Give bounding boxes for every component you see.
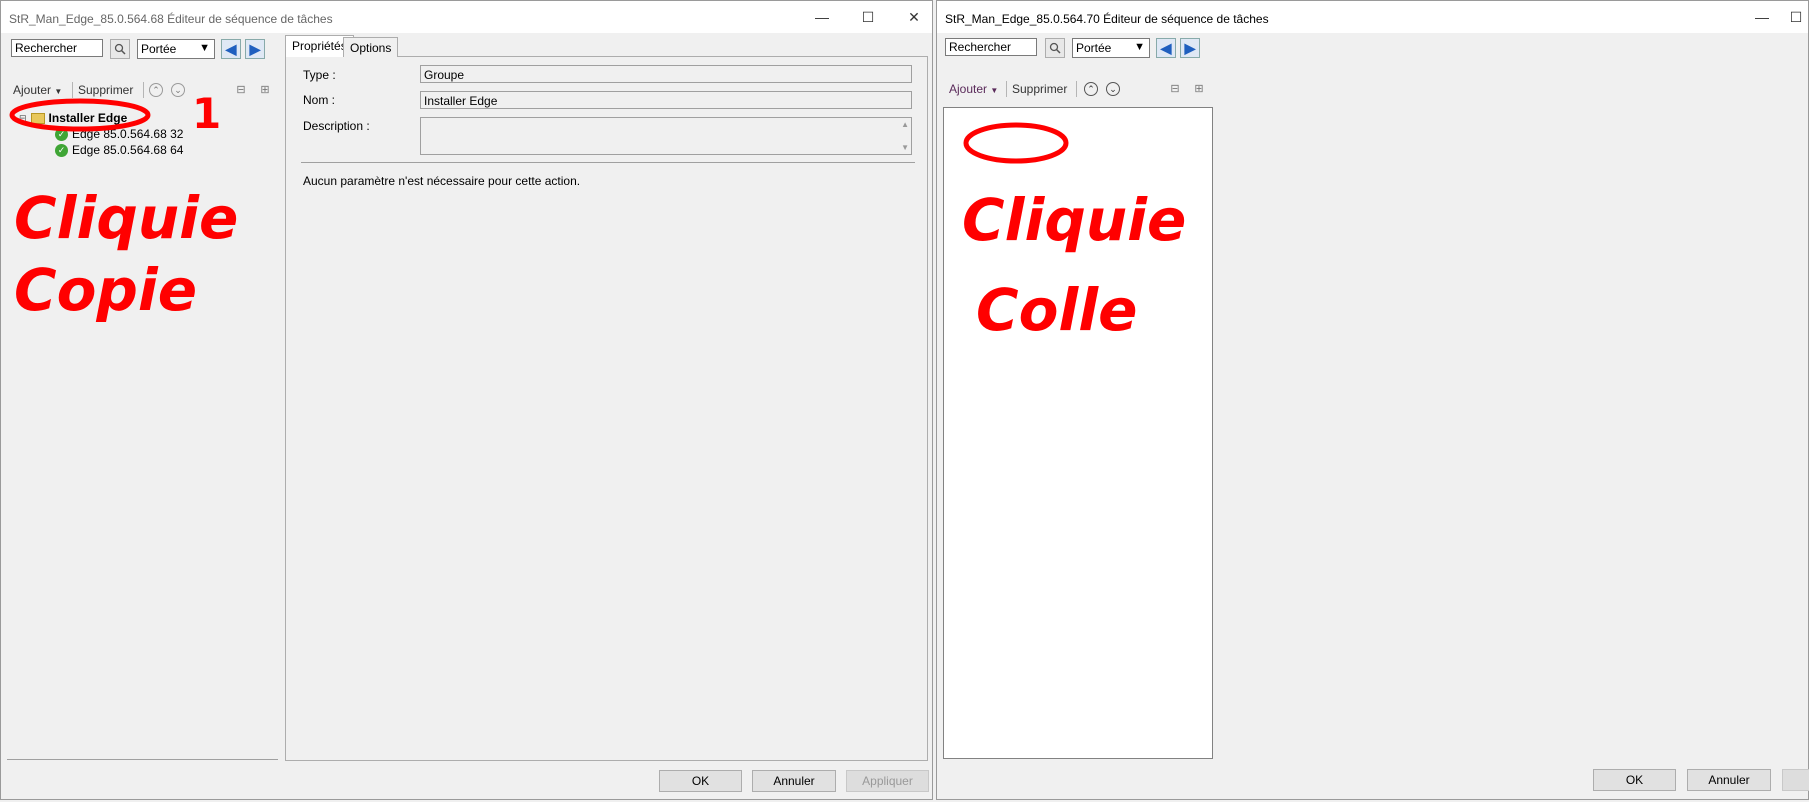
tree-item[interactable]: ✓ Edge 85.0.564.68 32 <box>55 127 183 141</box>
tree-group-label: Installer Edge <box>48 111 128 125</box>
apply-button[interactable]: Appliquer <box>846 770 929 792</box>
title-bar: StR_Man_Edge_85.0.564.68 Éditeur de séqu… <box>1 1 932 33</box>
tree-group-item[interactable]: ⊟ Installer Edge <box>19 111 127 125</box>
window-title: StR_Man_Edge_85.0.564.68 Éditeur de séqu… <box>9 12 333 26</box>
scope-select[interactable]: Portée ▼ <box>137 39 215 59</box>
name-field[interactable]: Installer Edge <box>420 91 912 109</box>
scroll-down-icon[interactable]: ▼ <box>901 143 909 152</box>
toolbar-separator <box>72 82 73 98</box>
maximize-button[interactable]: ☐ <box>1783 7 1809 27</box>
name-label: Nom : <box>303 93 336 107</box>
tab-options[interactable]: Options <box>343 37 399 57</box>
task-tree[interactable] <box>943 107 1213 759</box>
description-field[interactable]: ▲ ▼ <box>420 117 912 155</box>
expand-icon[interactable]: ⊟ <box>233 81 249 97</box>
chevron-down-icon: ▼ <box>990 86 999 95</box>
collapse-toggle-icon[interactable]: ⊟ <box>19 113 27 124</box>
arrow-left-icon: ◀ <box>225 40 237 57</box>
type-label: Type : <box>303 68 336 82</box>
type-field: Groupe <box>420 65 912 83</box>
search-icon <box>1049 42 1061 54</box>
scope-select[interactable]: Portée ▼ <box>1072 38 1150 58</box>
folder-icon <box>30 112 45 124</box>
tree-item-label: Edge 85.0.564.68 64 <box>72 143 184 157</box>
next-button[interactable]: ▶ <box>1180 38 1200 58</box>
add-menu-button[interactable]: Ajouter ▼ <box>13 83 62 97</box>
ok-button[interactable]: OK <box>1593 769 1676 791</box>
expand-icon[interactable]: ⊟ <box>1167 80 1183 96</box>
search-input[interactable]: Rechercher <box>945 38 1037 56</box>
arrow-left-icon: ◀ <box>1160 39 1172 56</box>
toolbar-separator <box>1076 81 1077 97</box>
scope-value: Portée <box>1076 41 1112 55</box>
tree-item[interactable]: ✓ Edge 85.0.564.68 64 <box>55 143 183 157</box>
chevron-down-icon: ▼ <box>1134 41 1145 53</box>
maximize-button[interactable]: ☐ <box>855 7 881 27</box>
add-label: Ajouter <box>13 83 52 97</box>
search-icon <box>114 43 126 55</box>
search-button[interactable] <box>110 39 130 59</box>
move-up-icon[interactable]: ⌃ <box>1084 82 1098 96</box>
add-label: Ajouter <box>949 82 988 96</box>
left-editor-window: StR_Man_Edge_85.0.564.68 Éditeur de séqu… <box>0 0 933 800</box>
previous-button[interactable]: ◀ <box>1156 38 1176 58</box>
move-up-icon[interactable]: ⌃ <box>149 83 163 97</box>
chevron-down-icon: ▼ <box>199 42 210 54</box>
scroll-up-icon[interactable]: ▲ <box>901 120 909 129</box>
search-input[interactable]: Rechercher <box>11 39 103 57</box>
task-tree <box>7 101 278 760</box>
minimize-button[interactable]: — <box>809 7 835 27</box>
checkmark-icon: ✓ <box>55 143 68 157</box>
search-button[interactable] <box>1045 38 1065 58</box>
move-down-icon[interactable]: ⌄ <box>1106 82 1120 96</box>
collapse-icon[interactable]: ⊞ <box>1191 80 1207 96</box>
ok-button[interactable]: OK <box>659 770 742 792</box>
checkmark-icon: ✓ <box>55 127 68 141</box>
toolbar-separator <box>1006 81 1007 97</box>
delete-button[interactable]: Supprimer <box>1012 82 1067 96</box>
window-title: StR_Man_Edge_85.0.564.70 Éditeur de séqu… <box>945 12 1269 26</box>
add-menu-button[interactable]: Ajouter ▼ <box>949 82 998 96</box>
arrow-right-icon: ▶ <box>1184 39 1196 56</box>
toolbar-separator <box>143 82 144 98</box>
previous-button[interactable]: ◀ <box>221 39 241 59</box>
title-bar: StR_Man_Edge_85.0.564.70 Éditeur de séqu… <box>937 1 1808 33</box>
chevron-down-icon: ▼ <box>54 87 63 96</box>
cancel-button[interactable]: Annuler <box>1687 769 1771 791</box>
delete-button[interactable]: Supprimer <box>78 83 133 97</box>
description-label: Description : <box>303 119 370 133</box>
tree-item-label: Edge 85.0.564.68 32 <box>72 127 184 141</box>
divider <box>301 162 915 163</box>
close-button[interactable]: ✕ <box>901 7 927 27</box>
right-editor-window: StR_Man_Edge_85.0.564.70 Éditeur de séqu… <box>936 0 1809 800</box>
scope-value: Portée <box>141 42 177 56</box>
apply-button-partial[interactable] <box>1782 769 1809 791</box>
cancel-button[interactable]: Annuler <box>752 770 836 792</box>
arrow-right-icon: ▶ <box>249 40 261 57</box>
collapse-icon[interactable]: ⊞ <box>257 81 273 97</box>
minimize-button[interactable]: — <box>1749 7 1775 27</box>
info-message: Aucun paramètre n'est nécessaire pour ce… <box>303 174 581 188</box>
move-down-icon[interactable]: ⌄ <box>171 83 185 97</box>
next-button[interactable]: ▶ <box>245 39 265 59</box>
